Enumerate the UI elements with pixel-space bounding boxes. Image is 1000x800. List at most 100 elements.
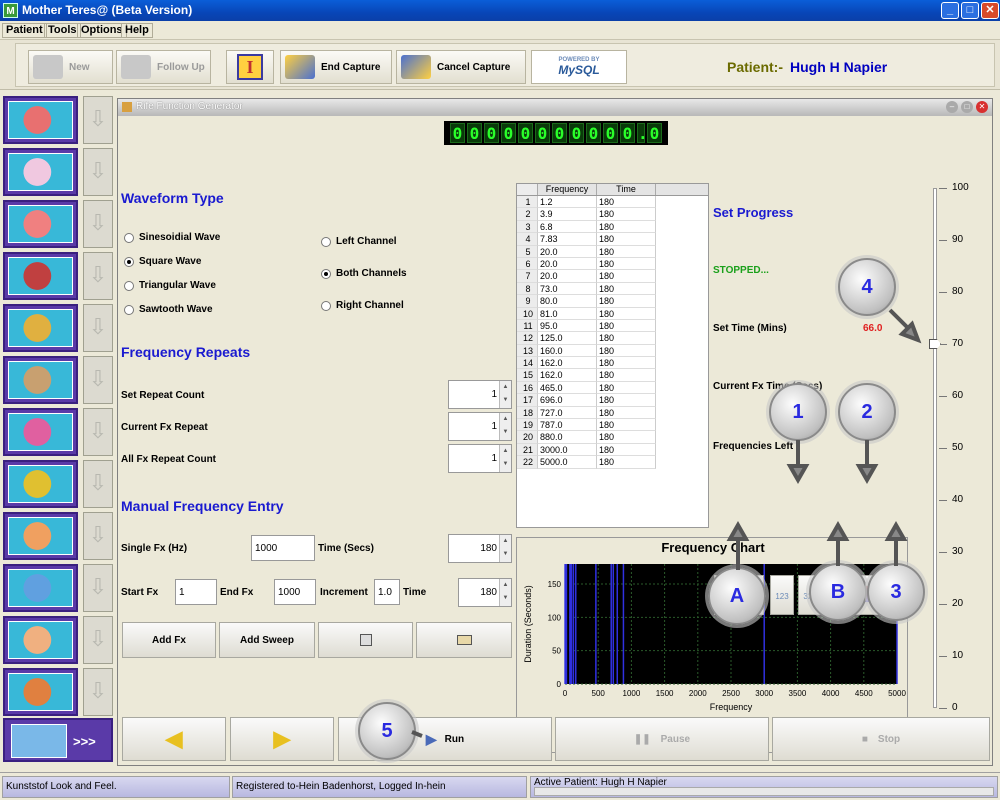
down-arrow-icon[interactable]: ⇩ [83, 252, 113, 300]
time-cell[interactable]: 180 [597, 431, 656, 444]
frequency-cell[interactable]: 1.2 [538, 196, 597, 209]
table-row[interactable]: 15 162.0 180 [517, 369, 708, 382]
radio-icon[interactable] [321, 300, 331, 311]
menu-tools[interactable]: Tools [44, 23, 81, 38]
time-cell[interactable]: 180 [597, 443, 656, 457]
maximize-icon[interactable]: □ [961, 2, 979, 19]
previous-button[interactable]: ◀ [122, 717, 226, 761]
waveform-radio[interactable]: Square Wave [124, 256, 201, 267]
table-row[interactable]: 12 125.0 180 [517, 332, 708, 345]
sidebar-image[interactable] [3, 460, 78, 508]
table-row[interactable]: 8 73.0 180 [517, 282, 708, 296]
frequency-cell[interactable]: 20.0 [538, 245, 597, 258]
sidebar-image[interactable] [3, 512, 78, 560]
add-fx-button[interactable]: Add Fx [122, 622, 216, 658]
end-fx-input[interactable]: 1000 [274, 579, 316, 605]
progress-slider[interactable]: 100 90 80 70 60 50 40 30 20 10 0 [927, 182, 987, 713]
frequency-cell[interactable]: 727.0 [538, 406, 597, 420]
table-row[interactable]: 10 81.0 180 [517, 307, 708, 320]
sort-ascending-button[interactable]: 123 [770, 575, 794, 615]
time-secs-stepper[interactable]: 180 ▲ ▼ [448, 534, 512, 563]
radio-icon[interactable] [124, 256, 134, 267]
frequency-cell[interactable]: 73.0 [538, 282, 597, 296]
menu-options[interactable]: Options [77, 23, 127, 38]
follow-up-button[interactable]: Follow Up [116, 50, 211, 84]
down-arrow-icon[interactable]: ⇩ [83, 460, 113, 508]
open-button[interactable] [416, 622, 512, 658]
stepper-arrows-icon[interactable]: ▲ ▼ [499, 381, 511, 408]
time-cell[interactable]: 180 [597, 196, 656, 209]
time-cell[interactable]: 180 [597, 233, 656, 246]
info-button[interactable]: I [226, 50, 274, 84]
table-row[interactable]: 1 1.2 180 [517, 196, 708, 209]
table-row[interactable]: 14 162.0 180 [517, 357, 708, 370]
down-arrow-icon[interactable]: ⇩ [83, 512, 113, 560]
down-arrow-icon[interactable]: ⇩ [83, 564, 113, 612]
radio-icon[interactable] [124, 304, 134, 315]
time-cell[interactable]: 180 [597, 220, 656, 234]
frequency-cell[interactable]: 465.0 [538, 381, 597, 395]
all-repeat-stepper[interactable]: 1 ▲ ▼ [448, 444, 512, 473]
down-arrow-icon[interactable]: ⇩ [83, 668, 113, 716]
frequency-cell[interactable]: 125.0 [538, 332, 597, 345]
sidebar-item[interactable]: ⇩ [0, 614, 115, 666]
frequency-cell[interactable]: 5000.0 [538, 456, 597, 469]
sidebar-item[interactable]: ⇩ [0, 250, 115, 302]
time-cell[interactable]: 180 [597, 332, 656, 345]
down-arrow-icon[interactable]: ⇩ [83, 356, 113, 404]
start-fx-input[interactable]: 1 [175, 579, 217, 605]
sweep-time-stepper[interactable]: 180 ▲ ▼ [458, 578, 512, 607]
sidebar-image[interactable] [3, 200, 78, 248]
sidebar-item[interactable]: ⇩ [0, 458, 115, 510]
sidebar-more-button[interactable]: >>> [3, 718, 113, 762]
frequency-cell[interactable]: 696.0 [538, 394, 597, 407]
time-cell[interactable]: 180 [597, 381, 656, 395]
close-icon[interactable]: ✕ [981, 2, 999, 19]
frequency-table[interactable]: Frequency Time 1 1.2 180 2 3.9 180 3 6.8 180 4 7.8… [516, 183, 709, 528]
table-row[interactable]: 17 696.0 180 [517, 394, 708, 407]
sidebar-item[interactable]: ⇩ [0, 406, 115, 458]
inner-maximize-icon[interactable]: □ [961, 101, 973, 113]
frequency-cell[interactable]: 6.8 [538, 220, 597, 234]
time-cell[interactable]: 180 [597, 270, 656, 283]
channel-radio[interactable]: Right Channel [321, 300, 404, 311]
add-sweep-button[interactable]: Add Sweep [219, 622, 315, 658]
set-repeat-stepper[interactable]: 1 ▲ ▼ [448, 380, 512, 409]
time-cell[interactable]: 180 [597, 369, 656, 382]
stepper-arrows-icon[interactable]: ▲ ▼ [499, 413, 511, 440]
table-row[interactable]: 22 5000.0 180 [517, 456, 708, 469]
waveform-radio[interactable]: Sawtooth Wave [124, 304, 213, 315]
radio-icon[interactable] [321, 268, 331, 279]
waveform-radio[interactable]: Sinesoidial Wave [124, 232, 220, 243]
time-cell[interactable]: 180 [597, 245, 656, 258]
table-row[interactable]: 6 20.0 180 [517, 257, 708, 271]
time-cell[interactable]: 180 [597, 295, 656, 308]
down-arrow-icon[interactable]: ⇩ [83, 96, 113, 144]
time-cell[interactable]: 180 [597, 406, 656, 420]
table-row[interactable]: 16 465.0 180 [517, 381, 708, 395]
table-row[interactable]: 4 7.83 180 [517, 233, 708, 246]
time-cell[interactable]: 180 [597, 344, 656, 358]
frequency-cell[interactable]: 20.0 [538, 257, 597, 271]
increment-input[interactable]: 1.0 [374, 579, 400, 605]
time-cell[interactable]: 180 [597, 282, 656, 296]
time-cell[interactable]: 180 [597, 319, 656, 333]
slider-thumb[interactable] [929, 339, 941, 349]
sidebar-image[interactable] [3, 356, 78, 404]
sidebar-item[interactable]: ⇩ [0, 666, 115, 718]
frequency-cell[interactable]: 81.0 [538, 307, 597, 320]
frequency-cell[interactable]: 880.0 [538, 431, 597, 444]
down-arrow-icon[interactable]: ⇩ [83, 304, 113, 352]
inner-minimize-icon[interactable]: – [946, 101, 958, 113]
table-row[interactable]: 20 880.0 180 [517, 431, 708, 444]
frequency-cell[interactable]: 20.0 [538, 270, 597, 283]
sidebar-item[interactable]: ⇩ [0, 562, 115, 614]
sidebar-image[interactable] [3, 564, 78, 612]
time-cell[interactable]: 180 [597, 456, 656, 469]
sidebar-item[interactable]: ⇩ [0, 510, 115, 562]
current-repeat-stepper[interactable]: 1 ▲ ▼ [448, 412, 512, 441]
sidebar-item[interactable]: ⇩ [0, 354, 115, 406]
sidebar-image[interactable] [3, 148, 78, 196]
down-arrow-icon[interactable]: ⇩ [83, 200, 113, 248]
menu-patient[interactable]: Patient [2, 23, 47, 38]
